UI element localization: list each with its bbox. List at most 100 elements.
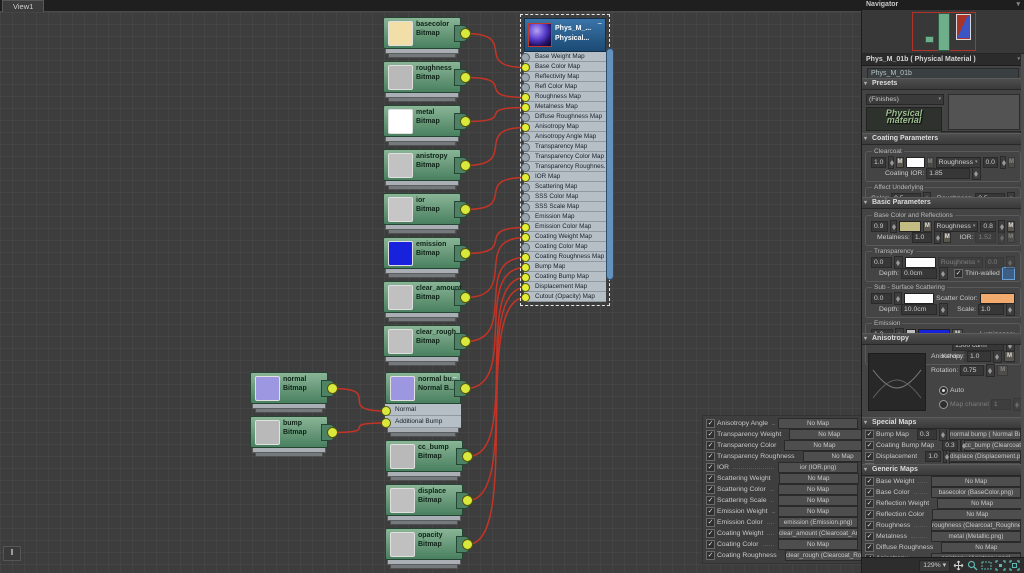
checkbox[interactable]: ✓ (865, 488, 874, 497)
rotation-map-button[interactable]: M (997, 365, 1008, 376)
coating-color-swatch[interactable] (906, 157, 925, 168)
material-node-header[interactable]: Phys_M_...Physical...− (524, 18, 606, 52)
wire-roughness[interactable] (466, 78, 526, 98)
amount-field[interactable]: 0.3 (917, 429, 937, 440)
checkbox[interactable]: ✓ (706, 452, 715, 461)
input-socket[interactable] (521, 113, 530, 122)
input-socket[interactable] (521, 123, 530, 132)
base-color-swatch[interactable] (899, 221, 922, 232)
map-button[interactable]: No Map (784, 440, 862, 451)
presets-dropdown[interactable]: (Finishes)▾ (866, 94, 944, 105)
output-socket[interactable] (460, 336, 471, 347)
material-slot-sss-color-map[interactable]: SSS Color Map (524, 192, 606, 202)
checkbox[interactable]: ✓ (706, 518, 715, 527)
checkbox[interactable]: ✓ (706, 496, 715, 505)
checkbox[interactable]: ✓ (706, 463, 715, 472)
anisotropy-map-button[interactable]: M (1004, 351, 1015, 362)
map-button[interactable]: ior (IOR.png) (778, 462, 858, 473)
map-button[interactable]: clear_rough (Clearcoat_Roughnes... (785, 550, 862, 561)
input-socket[interactable] (521, 103, 530, 112)
metalness-map-button[interactable]: M (943, 232, 951, 243)
zoom-region-icon[interactable] (981, 560, 992, 571)
bitmap-node-bump[interactable]: bumpBitmap (250, 416, 328, 457)
wire-normal[interactable] (333, 389, 387, 412)
input-socket[interactable] (521, 243, 530, 252)
material-slot-transparency-map[interactable]: Transparency Map (524, 142, 606, 152)
checkbox[interactable]: ✓ (865, 521, 874, 530)
output-socket[interactable] (327, 427, 338, 438)
sss-weight-spinner[interactable] (894, 292, 902, 305)
zoom-extents-selected-icon[interactable] (1009, 560, 1020, 571)
checkbox[interactable]: ✓ (706, 430, 715, 439)
scale-spinner[interactable] (1006, 303, 1015, 316)
input-socket[interactable] (521, 233, 530, 242)
material-slot-bump-map[interactable]: Bump Map (524, 262, 606, 272)
input-socket[interactable] (521, 73, 530, 82)
input-socket[interactable] (381, 418, 391, 428)
input-socket[interactable] (521, 63, 530, 72)
checkbox[interactable]: ✓ (865, 532, 874, 541)
checkbox[interactable]: ✓ (706, 529, 715, 538)
depth-field[interactable]: 0.0cm (901, 268, 937, 279)
checkbox[interactable]: ✓ (865, 452, 874, 461)
rollout-presets[interactable]: Presets (862, 78, 1024, 90)
bitmap-node-emission[interactable]: emissionBitmap (383, 237, 461, 278)
material-slot-coating-weight-map[interactable]: Coating Weight Map (524, 232, 606, 242)
base-roughness-map-button[interactable]: M (1007, 221, 1015, 232)
material-slot-scattering-map[interactable]: Scattering Map (524, 182, 606, 192)
material-slot-coating-color-map[interactable]: Coating Color Map (524, 242, 606, 252)
transparency-roughness-spinner[interactable] (1006, 256, 1015, 269)
bitmap-node-clear_amount[interactable]: clear_amountBitmap (383, 281, 461, 322)
map-button[interactable]: No Map (778, 484, 858, 495)
output-socket[interactable] (460, 160, 471, 171)
material-slot-diffuse-roughness-map[interactable]: Diffuse Roughness Map (524, 112, 606, 122)
node-scroll-handle[interactable] (606, 48, 614, 280)
amount-spinner[interactable] (943, 450, 947, 463)
map-button[interactable]: No Map (789, 429, 862, 440)
scale-field[interactable]: 1.0 (978, 304, 1004, 315)
input-slot[interactable]: Additional Bump (385, 416, 461, 428)
checkbox[interactable]: ✓ (865, 499, 874, 508)
material-slot-emission-color-map[interactable]: Emission Color Map (524, 222, 606, 232)
coating-color-map-button[interactable]: M (927, 157, 934, 168)
material-slot-refl-color-map[interactable]: Refl Color Map (524, 82, 606, 92)
map-button[interactable]: No Map (778, 495, 858, 506)
zoom-icon[interactable] (967, 560, 978, 571)
coating-ior-spinner[interactable] (972, 167, 981, 180)
coating-roughness-map-button[interactable]: M (1008, 157, 1015, 168)
wire-displace[interactable] (468, 288, 526, 501)
depth-spinner[interactable] (939, 267, 948, 280)
transparency-field[interactable]: 0.0 (871, 257, 892, 268)
ior-spinner[interactable] (998, 231, 1005, 244)
anisotropy-spinner[interactable] (993, 350, 1002, 363)
wire-opacity[interactable] (468, 298, 526, 545)
composite-node-normal_bump[interactable]: normal bu...Normal B...−NormalAdditional… (385, 372, 461, 437)
bitmap-node-displace[interactable]: displaceBitmap (385, 484, 463, 525)
base-roughness-field[interactable]: 0.8 (980, 221, 996, 232)
map-button[interactable]: No Map (932, 509, 1022, 520)
map-button[interactable]: No Map (941, 542, 1024, 553)
coating-weight-spinner[interactable] (888, 156, 894, 169)
input-socket[interactable] (521, 83, 530, 92)
checkbox[interactable]: ✓ (706, 507, 715, 516)
input-socket[interactable] (521, 203, 530, 212)
wire-bump[interactable] (333, 423, 387, 433)
material-slot-roughness-map[interactable]: Roughness Map (524, 92, 606, 102)
checkbox[interactable]: ✓ (706, 419, 715, 428)
base-weight-field[interactable]: 0.9 (871, 221, 888, 232)
checkbox[interactable]: ✓ (706, 551, 715, 560)
input-socket[interactable] (521, 283, 530, 292)
map-button[interactable]: basecolor (BaseColor.png) (931, 487, 1021, 498)
input-socket[interactable] (521, 163, 530, 172)
transparency-color-swatch[interactable] (905, 257, 936, 268)
input-socket[interactable] (521, 183, 530, 192)
input-socket[interactable] (381, 406, 391, 416)
sss-weight-field[interactable]: 0.0 (871, 293, 892, 304)
output-socket[interactable] (460, 28, 471, 39)
checkbox[interactable]: ✓ (865, 543, 874, 552)
map-button[interactable]: No Map (937, 498, 1024, 509)
auto-radio[interactable] (939, 386, 948, 395)
rotation-field[interactable]: 0.75 (960, 365, 984, 376)
checkbox[interactable]: ✓ (865, 441, 874, 450)
map-button[interactable]: cc_bump (Clearcoat_Bump... (964, 440, 1024, 451)
